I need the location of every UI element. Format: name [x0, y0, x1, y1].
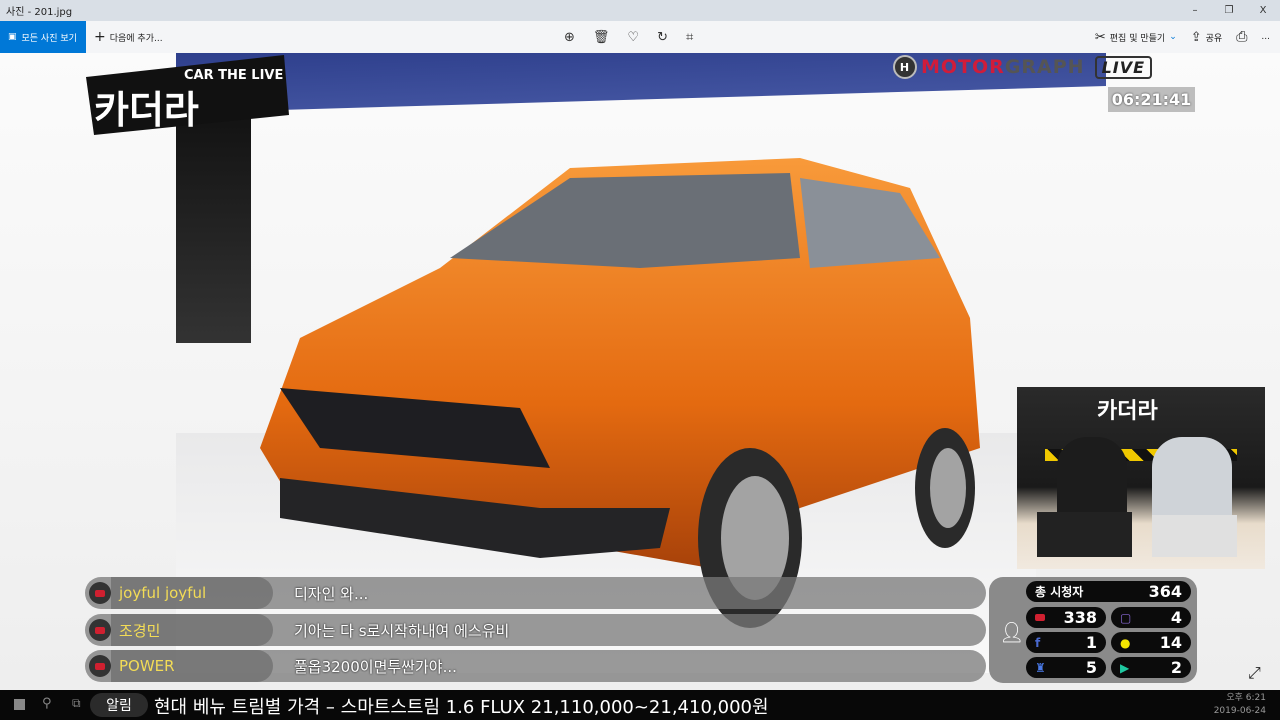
windows-start-icon[interactable]	[14, 699, 25, 710]
car-image	[260, 158, 980, 628]
chat-message: 조경민 기아는 다 s로시작하내여 에스유비	[85, 614, 986, 646]
kakaotv-icon: ●	[1120, 635, 1131, 650]
afreeca-count: 5	[1085, 658, 1097, 677]
news-ticker: 현대 베뉴 트림별 가격 – 스마트스트림 1.6 FLUX 21,110,00…	[154, 697, 769, 718]
naver-count: 2	[1170, 658, 1182, 677]
minimize-button[interactable]: –	[1178, 0, 1212, 21]
chat-user: 조경민	[111, 614, 273, 646]
afreeca-viewers: ♜ 5	[1026, 657, 1106, 678]
stream-clock: 06:21:41	[1108, 87, 1195, 112]
search-icon[interactable]: ⚲	[42, 696, 52, 711]
kakao-viewers: ● 14	[1111, 632, 1191, 653]
car-the-live-logo: CAR THE LIVE 카더라	[86, 55, 289, 135]
tray-time: 오후 6:21	[1226, 693, 1266, 703]
brand-gray: GRAPH	[1004, 56, 1085, 78]
facebook-viewers: f1	[1026, 632, 1106, 653]
close-button[interactable]: X	[1246, 0, 1280, 21]
zoom-icon[interactable]: ⊕	[564, 30, 575, 45]
chat-text: 풀옵3200이면투싼가야...	[294, 657, 457, 676]
plus-icon: +	[94, 29, 106, 45]
share-icon: ⇪	[1190, 29, 1202, 45]
chat-user: POWER	[111, 650, 273, 682]
chat-message: POWER 풀옵3200이면투싼가야...	[85, 650, 986, 682]
youtube-count: 338	[1063, 608, 1097, 627]
youtube-icon	[89, 655, 111, 677]
chat-text: 디자인 와...	[294, 584, 369, 603]
taskbar: ⚲ ⧉ 알림 현대 베뉴 트림별 가격 – 스마트스트림 1.6 FLUX 21…	[0, 690, 1280, 720]
total-label: 총 시청자	[1035, 585, 1084, 599]
viewer-stats: 👤︎ 총 시청자 364 338 ▢ 4 f1 ● 14 ♜ 5 ▶ 2	[989, 577, 1197, 683]
favorite-icon[interactable]: ♡	[627, 30, 639, 45]
cam-logo-text: 카더라	[1097, 399, 1158, 424]
window-title: 사진 - 201.jpg	[6, 7, 73, 18]
system-clock[interactable]: 오후 6:21 2019-06-24	[1214, 692, 1266, 718]
toolbar: ▣ 모든 사진 보기 + 다음에 추가... ⊕ 🗑︎ ♡ ↻ ⌗ ✂ 편집 및 만들…	[0, 21, 1280, 53]
share-label: 공유	[1205, 33, 1223, 44]
edit-create-button[interactable]: ✂ 편집 및 만들기 ⌄	[1095, 30, 1177, 45]
svg-text:카더라: 카더라	[94, 88, 199, 132]
twitch-viewers: ▢ 4	[1111, 607, 1191, 628]
delete-icon[interactable]: 🗑︎	[593, 30, 610, 45]
youtube-icon	[89, 619, 111, 641]
title-bar: 사진 - 201.jpg – ❐ X	[0, 0, 1280, 21]
naver-play-icon: ▶	[1120, 660, 1130, 675]
kakao-count: 14	[1159, 633, 1182, 652]
chat-message: joyful joyful 디자인 와...	[85, 577, 986, 609]
edit-create-label: 편집 및 만들기	[1109, 33, 1166, 44]
user-icon: 👤︎	[999, 620, 1025, 644]
naver-viewers: ▶ 2	[1111, 657, 1191, 678]
facebook-icon: f	[1035, 635, 1041, 650]
share-button[interactable]: ⇪ 공유	[1191, 30, 1222, 45]
facebook-count: 1	[1085, 633, 1097, 652]
chat-text: 기아는 다 s로시작하내여 에스유비	[294, 621, 510, 640]
more-button[interactable]: ...	[1261, 32, 1270, 42]
rotate-icon[interactable]: ↻	[657, 30, 668, 45]
laptop	[1152, 515, 1237, 557]
motorgraph-emblem-icon: H	[893, 55, 917, 79]
all-photos-button[interactable]: ▣ 모든 사진 보기	[0, 21, 86, 53]
add-to-button[interactable]: + 다음에 추가...	[94, 21, 163, 53]
edit-icon: ✂	[1094, 29, 1106, 45]
restore-button[interactable]: ❐	[1212, 0, 1246, 21]
afreeca-icon: ♜	[1035, 660, 1046, 675]
youtube-icon	[1035, 614, 1045, 621]
webcam-inset: 카더라	[1017, 387, 1265, 569]
twitch-icon: ▢	[1120, 610, 1132, 625]
youtube-icon	[89, 582, 111, 604]
all-photos-label: 모든 사진 보기	[21, 33, 77, 44]
tray-date: 2019-06-24	[1213, 706, 1266, 716]
chat-user: joyful joyful	[111, 577, 273, 609]
alert-badge: 알림	[90, 693, 148, 717]
task-view-icon[interactable]: ⧉	[72, 696, 81, 711]
total-viewers: 총 시청자 364	[1026, 581, 1191, 602]
motorgraph-live-logo: H MOTOR GRAPH LIVE	[893, 55, 1153, 79]
youtube-viewers: 338	[1026, 607, 1106, 628]
total-count: 364	[1148, 582, 1182, 601]
print-icon[interactable]: ⎙	[1236, 29, 1247, 45]
laptop	[1037, 512, 1132, 557]
crop-icon[interactable]: ⌗	[686, 30, 693, 45]
brand-red: MOTOR	[921, 56, 1005, 78]
twitch-count: 4	[1170, 608, 1182, 627]
photo-icon: ▣	[8, 32, 17, 42]
chevron-down-icon: ⌄	[1169, 32, 1177, 42]
add-to-label: 다음에 추가...	[109, 33, 163, 44]
fullscreen-icon[interactable]: ⤢	[1248, 663, 1261, 683]
svg-text:CAR THE LIVE: CAR THE LIVE	[184, 68, 283, 83]
live-badge: LIVE	[1094, 55, 1153, 79]
